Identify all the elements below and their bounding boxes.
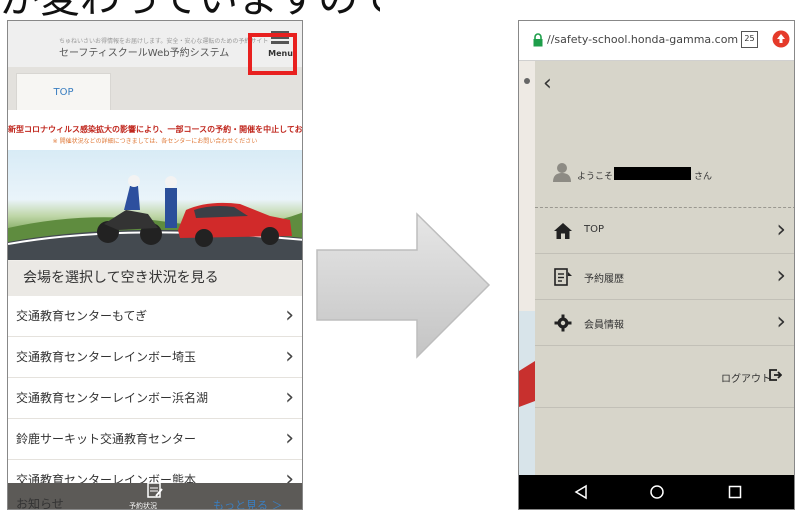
hero-image: [8, 150, 302, 260]
upload-icon[interactable]: [772, 30, 790, 48]
chevron-right-icon: ›: [285, 303, 294, 328]
venue-name: 交通教育センターもてぎ: [16, 309, 148, 323]
menu-item-label: 会員情報: [584, 320, 624, 331]
menu-item-top[interactable]: TOP ›: [535, 208, 794, 254]
lock-icon: [533, 33, 543, 47]
venue-list-item[interactable]: 鈴鹿サーキット交通教育センター ›: [8, 419, 302, 460]
covid-notice: 新型コロナウィルス感染拡大の影響により、一部コースの予約・開催を中止しております…: [8, 110, 302, 150]
notice-sub-text: ※ 開催状況などの詳細につきましては、各センターにお問い合わせください: [52, 138, 258, 145]
venue-list: 交通教育センターもてぎ › 交通教育センターレインボー埼玉 › 交通教育センター…: [8, 296, 302, 501]
page-behind-drawer: [519, 61, 535, 475]
footer-bar: お知らせ 予約状況 もっと見る ＞: [8, 481, 302, 510]
drawer-menu-list: TOP › 予約履歴 › 会員情報 ›: [535, 208, 794, 346]
home-icon: [554, 223, 572, 239]
browser-url-bar[interactable]: //safety-school.honda-gamma.com 25: [519, 21, 794, 61]
arrow-right-icon: [316, 212, 491, 359]
welcome-suffix: さん: [694, 172, 713, 182]
android-nav-bar: [519, 475, 794, 509]
venue-list-item[interactable]: 交通教育センターレインボー浜名湖 ›: [8, 378, 302, 419]
venue-section-title: 会場を選択して空き状況を見る: [8, 261, 302, 296]
venue-name: 交通教育センターレインボー浜名湖: [16, 391, 209, 405]
venue-list-item[interactable]: 交通教育センターレインボー埼玉 ›: [8, 337, 302, 378]
recents-square-icon[interactable]: [727, 484, 743, 500]
gear-icon: [554, 314, 572, 332]
venue-name: 交通教育センターレインボー埼玉: [16, 350, 197, 364]
logout-label: ログアウト: [721, 374, 771, 385]
url-text[interactable]: //safety-school.honda-gamma.com: [547, 33, 738, 46]
logout-icon: [769, 369, 782, 381]
chevron-right-icon: ›: [285, 426, 294, 451]
logout-row[interactable]: ログアウト: [535, 346, 794, 408]
home-circle-icon[interactable]: [649, 484, 665, 500]
back-arrow-icon[interactable]: ‹: [543, 71, 552, 96]
chevron-right-icon: ›: [776, 261, 786, 289]
welcome-block: ようこそ さん: [535, 156, 794, 208]
menu-item-member-info[interactable]: 会員情報 ›: [535, 300, 794, 346]
chevron-right-icon: ›: [285, 344, 294, 369]
right-phone-screenshot: //safety-school.honda-gamma.com 25 ‹ ようこ…: [518, 20, 795, 510]
chevron-right-icon: ›: [776, 307, 786, 335]
news-label: お知らせ: [16, 497, 64, 510]
chevron-right-icon: ›: [285, 385, 294, 410]
back-triangle-icon[interactable]: [573, 484, 589, 500]
more-link[interactable]: もっと見る ＞: [213, 497, 283, 509]
reservation-status-icon[interactable]: [147, 481, 163, 499]
notice-main-text: 新型コロナウィルス感染拡大の影響により、一部コースの予約・開催を中止しております: [8, 125, 303, 134]
chevron-right-icon: ›: [776, 215, 786, 243]
reservation-status-label[interactable]: 予約状況: [129, 501, 157, 509]
left-phone-screenshot: ちゅねいさいお得情報をお届けします。安全・安心な運転のための予約サイト セーフテ…: [7, 20, 303, 510]
menu-item-label: TOP: [584, 224, 605, 235]
user-avatar-icon: [553, 163, 571, 182]
caption-text: が変わっていますのでご注意ください。: [0, 0, 380, 22]
welcome-prefix: ようこそ: [577, 172, 614, 182]
side-menu-drawer: ‹ ようこそ さん TOP › 予約履歴 › 会員情報 › ログアウト: [535, 61, 794, 475]
tab-top[interactable]: TOP: [16, 73, 111, 110]
venue-list-item[interactable]: 交通教育センターもてぎ ›: [8, 296, 302, 337]
site-logo[interactable]: セーフティスクールWeb予約システム: [59, 44, 229, 59]
history-icon: [554, 268, 572, 286]
redacted-username: [614, 167, 691, 180]
menu-item-history[interactable]: 予約履歴 ›: [535, 254, 794, 300]
menu-highlight-box: [248, 33, 297, 75]
tab-count-badge[interactable]: 25: [741, 31, 758, 48]
menu-item-label: 予約履歴: [584, 274, 624, 285]
venue-name: 鈴鹿サーキット交通教育センター: [16, 432, 197, 446]
